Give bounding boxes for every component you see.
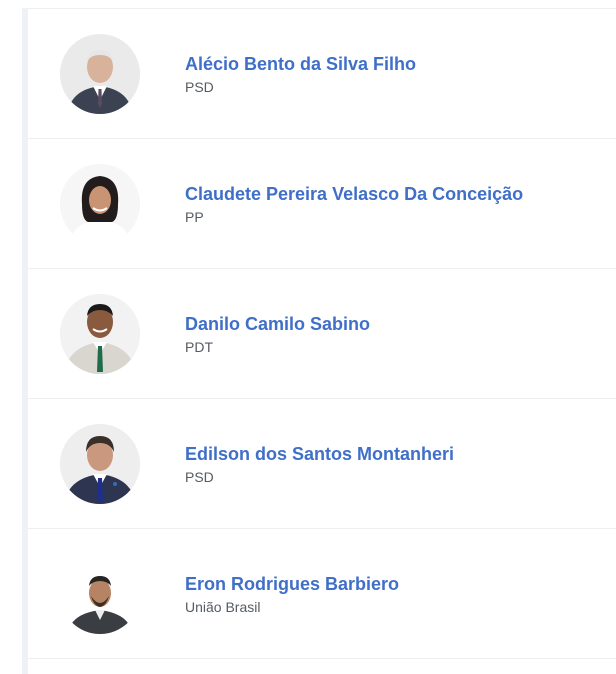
member-party: PP: [185, 208, 204, 225]
member-name-link[interactable]: Eron Rodrigues Barbiero: [185, 573, 399, 595]
list-item: Danilo Camilo Sabino PDT: [28, 269, 616, 399]
member-party: PSD: [185, 468, 214, 485]
list-item: Claudete Pereira Velasco Da Conceição PP: [28, 139, 616, 269]
list-item: Edilson dos Santos Montanheri PSD: [28, 399, 616, 529]
member-name-link[interactable]: Claudete Pereira Velasco Da Conceição: [185, 183, 523, 205]
list-item: Alécio Bento da Silva Filho PSD: [28, 9, 616, 139]
member-photo[interactable]: [60, 293, 140, 374]
member-name-link[interactable]: Alécio Bento da Silva Filho: [185, 53, 416, 75]
member-photo[interactable]: [60, 553, 140, 634]
member-photo[interactable]: [60, 423, 140, 504]
list-item: Eron Rodrigues Barbiero União Brasil: [28, 529, 616, 659]
member-name-link[interactable]: Danilo Camilo Sabino: [185, 313, 370, 335]
member-party: União Brasil: [185, 598, 261, 615]
members-list: Alécio Bento da Silva Filho PSD Claudete…: [28, 8, 616, 659]
member-photo[interactable]: [60, 33, 140, 114]
member-party: PDT: [185, 338, 213, 355]
members-page: Alécio Bento da Silva Filho PSD Claudete…: [0, 0, 616, 674]
member-name-link[interactable]: Edilson dos Santos Montanheri: [185, 443, 454, 465]
member-party: PSD: [185, 78, 214, 95]
member-photo[interactable]: [60, 163, 140, 244]
